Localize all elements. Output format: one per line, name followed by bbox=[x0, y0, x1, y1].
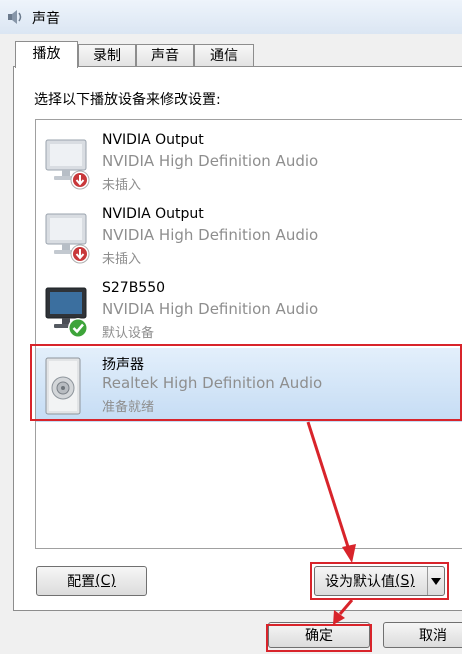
device-item[interactable]: NVIDIA Output NVIDIA High Definition Aud… bbox=[36, 126, 462, 200]
configure-accel: (C) bbox=[95, 573, 116, 589]
title-bar: 声音 bbox=[0, 0, 462, 34]
ok-button[interactable]: 确定 bbox=[268, 622, 370, 648]
unplugged-badge-icon bbox=[70, 244, 90, 264]
monitor-icon bbox=[45, 213, 90, 264]
device-status: 默认设备 bbox=[102, 326, 155, 341]
configure-label: 配置 bbox=[67, 574, 96, 590]
speaker-icon bbox=[8, 10, 22, 24]
tab-communications[interactable]: 通信 bbox=[194, 44, 254, 66]
set-default-accel: (S) bbox=[395, 573, 415, 589]
device-status: 未插入 bbox=[102, 178, 142, 193]
device-name: 扬声器 bbox=[102, 357, 144, 373]
device-driver: NVIDIA High Definition Audio bbox=[102, 300, 319, 318]
cancel-label: 取消 bbox=[419, 628, 447, 644]
monitor-icon bbox=[45, 139, 90, 190]
device-list[interactable]: NVIDIA Output NVIDIA High Definition Aud… bbox=[35, 119, 462, 549]
unplugged-badge-icon bbox=[70, 170, 90, 190]
set-default-button[interactable]: 设为默认值 (S) bbox=[314, 566, 445, 596]
device-item-selected[interactable]: 扬声器 Realtek High Definition Audio 准备就绪 bbox=[36, 348, 462, 422]
cancel-button[interactable]: 取消 bbox=[383, 622, 462, 648]
tab-sounds[interactable]: 声音 bbox=[136, 44, 194, 66]
instruction-text: 选择以下播放设备来修改设置: bbox=[34, 92, 221, 108]
monitor-icon bbox=[45, 287, 88, 338]
chevron-down-icon[interactable] bbox=[427, 567, 444, 595]
default-check-icon bbox=[68, 318, 88, 338]
device-name: NVIDIA Output bbox=[102, 132, 204, 148]
set-default-label: 设为默认值 bbox=[325, 574, 395, 590]
device-status: 未插入 bbox=[102, 252, 142, 267]
device-driver: NVIDIA High Definition Audio bbox=[102, 226, 319, 244]
device-name: S27B550 bbox=[102, 280, 166, 296]
speaker-device-icon bbox=[45, 357, 81, 415]
device-status: 准备就绪 bbox=[102, 400, 155, 415]
configure-button[interactable]: 配置 (C) bbox=[36, 566, 147, 596]
device-item[interactable]: NVIDIA Output NVIDIA High Definition Aud… bbox=[36, 200, 462, 274]
ok-label: 确定 bbox=[305, 628, 333, 644]
tab-playback[interactable]: 播放 bbox=[15, 41, 78, 68]
device-name: NVIDIA Output bbox=[102, 206, 204, 222]
device-driver: NVIDIA High Definition Audio bbox=[102, 152, 319, 170]
window-title: 声音 bbox=[32, 11, 60, 27]
device-driver: Realtek High Definition Audio bbox=[102, 374, 323, 392]
tab-recording[interactable]: 录制 bbox=[78, 44, 136, 66]
device-item[interactable]: S27B550 NVIDIA High Definition Audio 默认设… bbox=[36, 274, 462, 348]
playback-panel: 选择以下播放设备来修改设置: NVIDIA Output NVIDIA High… bbox=[13, 66, 462, 611]
